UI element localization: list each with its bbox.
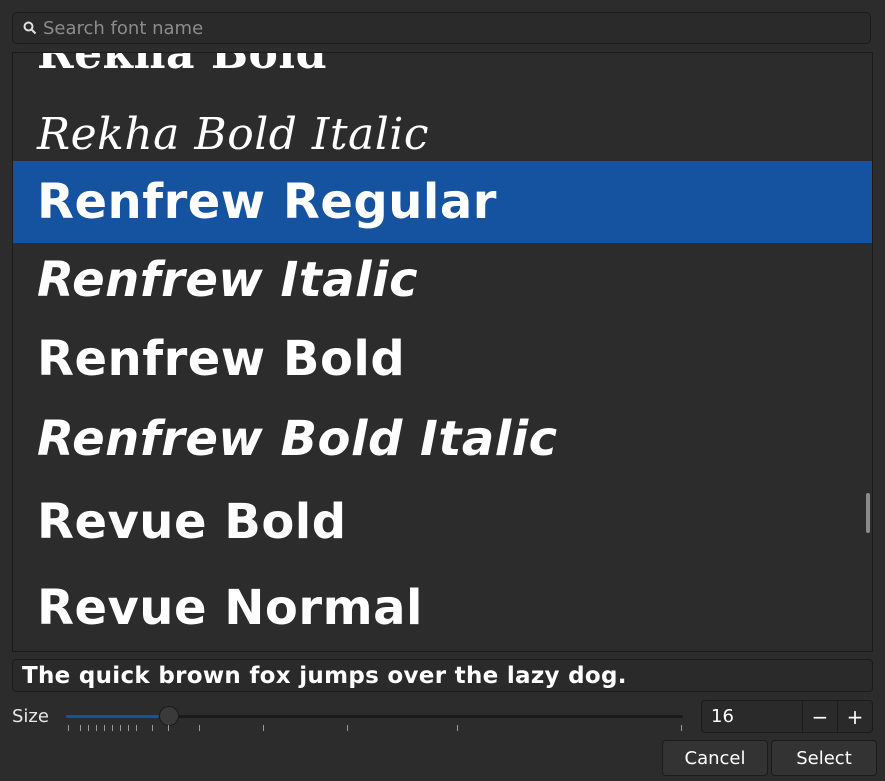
cancel-button[interactable]: Cancel <box>662 740 768 776</box>
slider-tick <box>347 725 348 731</box>
slider-tick <box>263 725 264 731</box>
slider-tick <box>96 725 97 731</box>
search-input[interactable] <box>43 17 870 39</box>
size-value[interactable]: 16 <box>702 701 802 732</box>
slider-tick <box>120 725 121 731</box>
slider-tick <box>68 725 69 731</box>
font-item-selected[interactable]: Renfrew Regular <box>13 161 872 243</box>
slider-tick <box>136 725 137 731</box>
slider-tick <box>168 725 169 731</box>
preview-text[interactable]: The quick brown fox jumps over the lazy … <box>12 659 873 692</box>
slider-tick <box>88 725 89 731</box>
select-button[interactable]: Select <box>771 740 877 776</box>
search-icon <box>23 21 37 35</box>
minus-icon[interactable]: − <box>802 701 837 732</box>
font-item[interactable]: Renfrew Bold Italic <box>13 398 872 480</box>
font-item[interactable]: Revue Normal <box>13 567 872 649</box>
slider-tick <box>104 725 105 731</box>
slider-tick <box>128 725 129 731</box>
scrollbar-thumb[interactable] <box>866 493 870 533</box>
font-item[interactable]: Renfrew Italic <box>13 239 872 321</box>
slider-knob[interactable] <box>159 706 179 726</box>
slider-fill <box>66 715 159 718</box>
slider-tick <box>80 725 81 731</box>
slider-tick <box>457 725 458 731</box>
font-item[interactable]: Revue Bold <box>13 481 872 563</box>
font-item[interactable]: Rekha Bold <box>13 53 872 94</box>
slider-tick <box>199 725 200 731</box>
size-label: Size <box>12 706 49 727</box>
slider-tick <box>152 725 153 731</box>
size-slider[interactable] <box>66 705 683 733</box>
plus-icon[interactable]: + <box>837 701 872 732</box>
font-item[interactable]: Renfrew Bold <box>13 318 872 400</box>
font-list[interactable]: Rekha Bold Rekha Bold Italic Renfrew Reg… <box>12 52 873 652</box>
size-spinbutton[interactable]: 16 − + <box>701 700 873 733</box>
search-box[interactable] <box>12 12 871 44</box>
slider-tick <box>112 725 113 731</box>
slider-tick <box>681 725 682 731</box>
